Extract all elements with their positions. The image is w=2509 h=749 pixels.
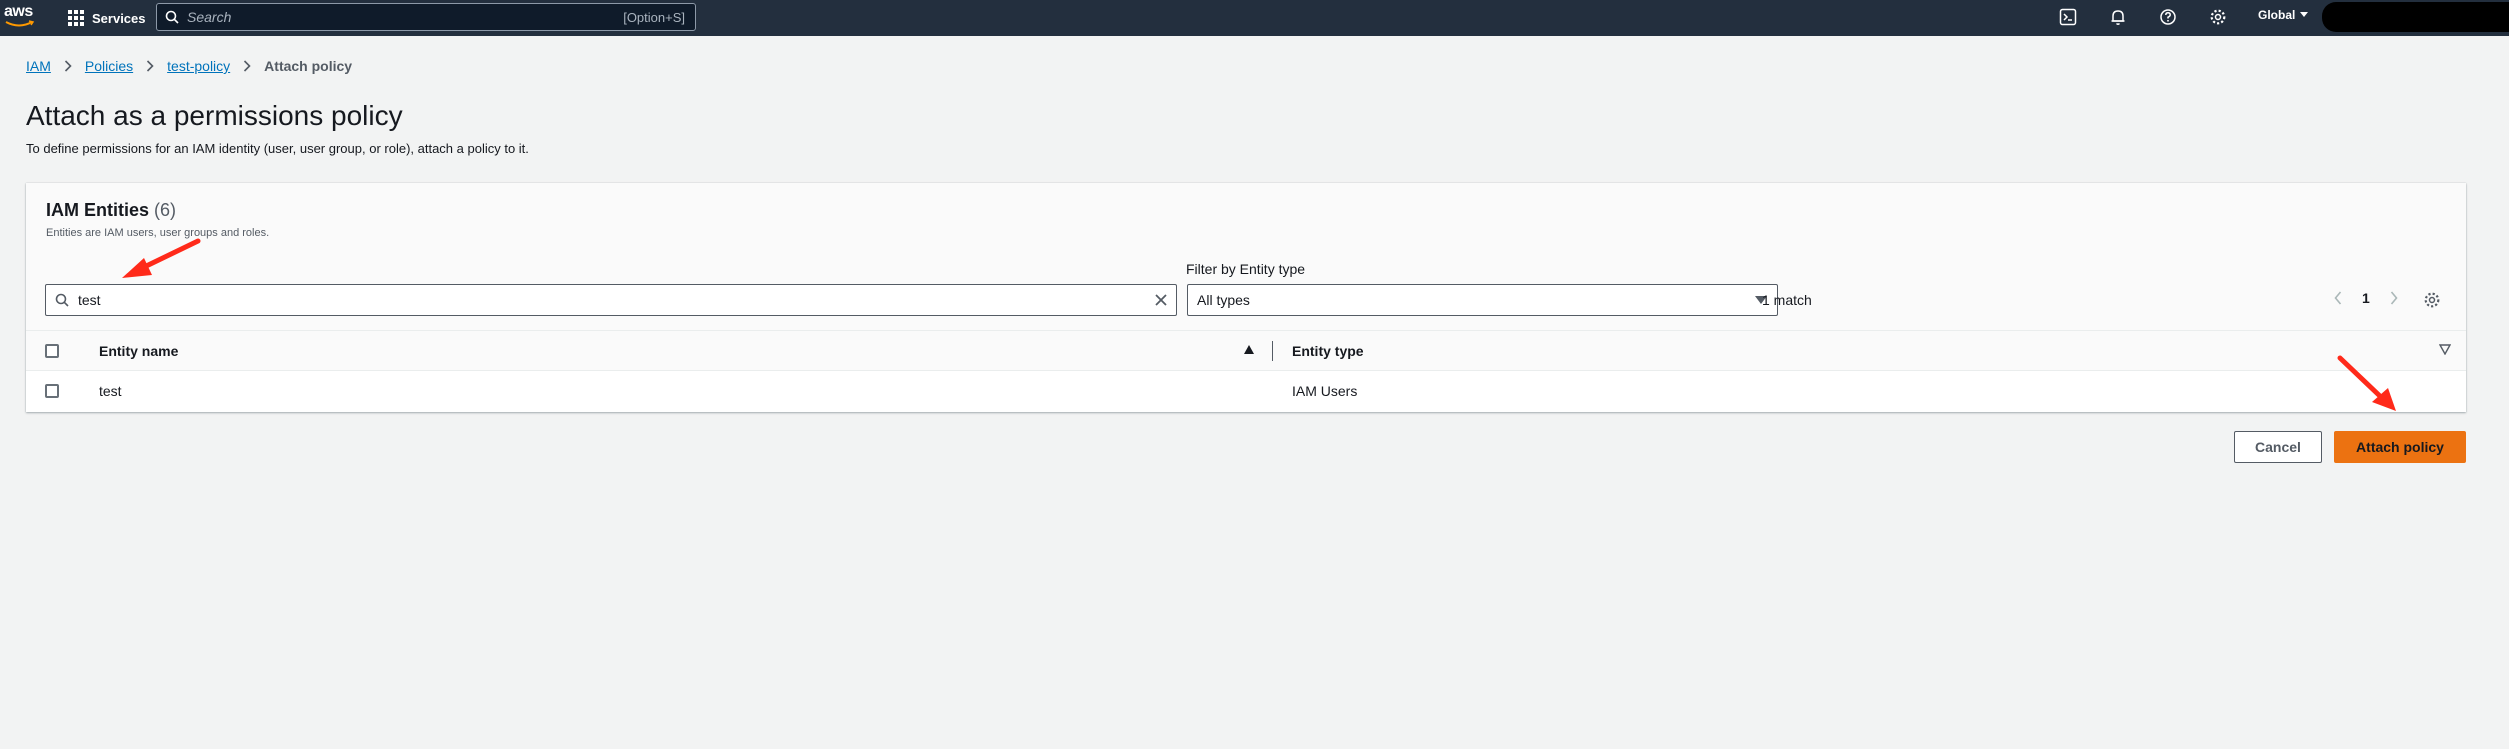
chevron-right-icon[interactable] (2384, 288, 2404, 308)
region-selector[interactable]: Global (2258, 8, 2309, 22)
services-menu-button[interactable]: Services (68, 7, 146, 29)
global-search-input[interactable]: Search [Option+S] (156, 3, 696, 31)
sort-icon[interactable] (2439, 344, 2451, 355)
breadcrumb: IAM Policies test-policy Attach policy (26, 58, 352, 74)
region-label: Global (2258, 8, 2296, 22)
breadcrumb-link-iam[interactable]: IAM (26, 58, 51, 74)
top-navigation: aws Services Search [Option+S] Global (0, 0, 2509, 36)
panel-header: IAM Entities (6) Entities are IAM users,… (26, 183, 2466, 331)
chevron-left-icon[interactable] (2328, 288, 2348, 308)
cloudshell-icon[interactable] (2057, 6, 2079, 28)
column-header-entity-type[interactable]: Entity type (1292, 343, 1364, 359)
services-label: Services (92, 10, 146, 26)
account-menu-redacted[interactable] (2322, 2, 2509, 32)
row-checkbox[interactable] (45, 384, 59, 398)
cancel-button[interactable]: Cancel (2234, 431, 2322, 463)
table-row[interactable]: test IAM Users (26, 371, 2466, 411)
search-placeholder: Search (187, 9, 232, 25)
aws-logo[interactable]: aws (4, 3, 38, 29)
panel-title: IAM Entities (6) (46, 200, 176, 221)
entity-search-field[interactable] (45, 284, 1177, 316)
panel-title-text: IAM Entities (46, 200, 150, 220)
panel-description: Entities are IAM users, user groups and … (46, 227, 270, 239)
clear-icon[interactable] (1146, 293, 1176, 307)
sort-ascending-icon[interactable] (1243, 344, 1255, 355)
page-number[interactable]: 1 (2362, 290, 2370, 306)
entity-type-select[interactable]: All types (1187, 284, 1778, 316)
page-title: Attach as a permissions policy (26, 100, 403, 131)
entity-search-input[interactable] (78, 292, 1146, 308)
match-count: 1 match (1762, 292, 1812, 308)
attach-policy-button[interactable]: Attach policy (2334, 431, 2466, 463)
grid-icon (68, 10, 84, 26)
entity-type-cell: IAM Users (1292, 383, 1358, 399)
pagination: 1 (2328, 288, 2404, 308)
iam-entities-panel: IAM Entities (6) Entities are IAM users,… (26, 183, 2466, 412)
gear-icon[interactable] (2207, 6, 2229, 28)
chevron-right-icon (143, 59, 157, 73)
breadcrumb-link-policies[interactable]: Policies (85, 58, 133, 74)
bell-icon[interactable] (2107, 6, 2129, 28)
help-icon[interactable] (2157, 6, 2179, 28)
breadcrumb-current: Attach policy (264, 58, 353, 74)
aws-smile-icon (5, 20, 35, 27)
table-header: Entity name Entity type (26, 331, 2466, 371)
table-settings-gear-icon[interactable] (2420, 288, 2444, 312)
entity-name-cell: test (99, 383, 122, 399)
page-subtitle: To define permissions for an IAM identit… (26, 141, 529, 156)
search-icon (157, 10, 187, 24)
search-shortcut: [Option+S] (623, 9, 685, 25)
aws-logo-text: aws (4, 3, 33, 20)
entity-type-filter-label: Filter by Entity type (1186, 261, 1306, 277)
caret-down-icon (2300, 12, 2309, 17)
search-icon (46, 293, 78, 307)
breadcrumb-link-test-policy[interactable]: test-policy (167, 58, 230, 74)
column-divider[interactable] (1272, 341, 1273, 361)
entity-type-selected: All types (1197, 292, 1250, 308)
entity-count: (6) (154, 200, 177, 220)
column-header-entity-name[interactable]: Entity name (99, 343, 178, 359)
select-all-checkbox[interactable] (45, 344, 59, 358)
chevron-right-icon (240, 59, 254, 73)
chevron-right-icon (61, 59, 75, 73)
